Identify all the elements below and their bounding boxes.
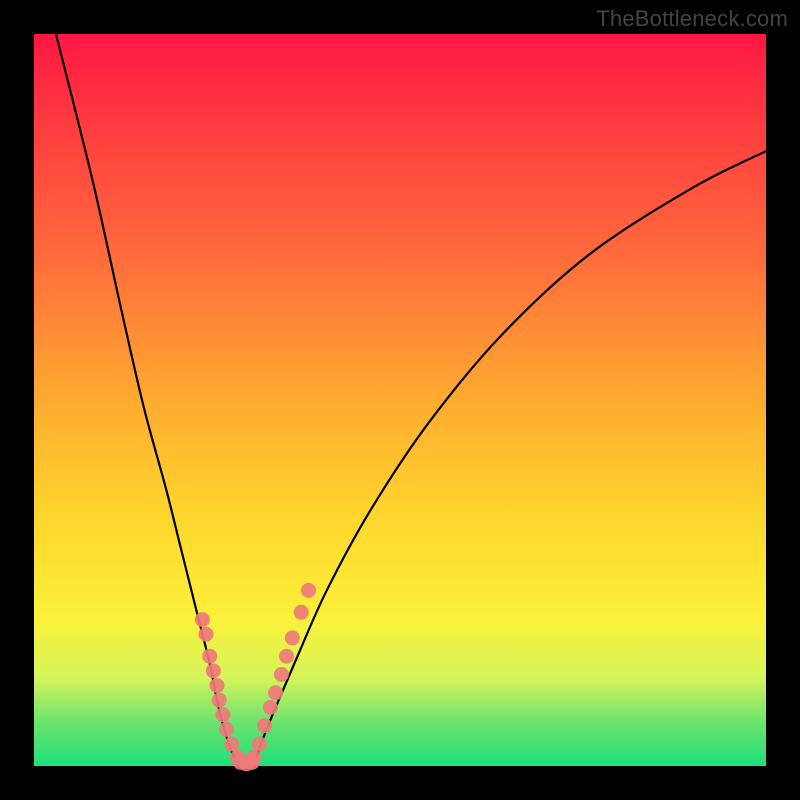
marker-right-4 (268, 685, 283, 700)
plot-area (34, 34, 766, 766)
curve-layer (56, 34, 766, 766)
marker-left-5 (212, 693, 227, 708)
marker-left-6 (215, 707, 230, 722)
marker-right-6 (279, 649, 294, 664)
marker-right-2 (257, 718, 272, 733)
marker-left-7 (219, 722, 234, 737)
chart-svg (34, 34, 766, 766)
marker-left-4 (210, 678, 225, 693)
outer-frame: TheBottleneck.com (0, 0, 800, 800)
marker-right-7 (285, 630, 300, 645)
marker-left-1 (199, 627, 214, 642)
curve-right-branch (254, 151, 766, 766)
marker-right-5 (274, 667, 289, 682)
marker-right-1 (252, 737, 267, 752)
marker-left-3 (206, 663, 221, 678)
marker-right-8 (294, 605, 309, 620)
marker-left-0 (195, 612, 210, 627)
marker-right-3 (263, 700, 278, 715)
marker-bottom-2 (245, 755, 260, 770)
watermark-text: TheBottleneck.com (596, 6, 788, 32)
marker-left-8 (224, 737, 239, 752)
marker-layer (195, 583, 316, 771)
marker-right-9 (301, 583, 316, 598)
marker-left-2 (202, 649, 217, 664)
